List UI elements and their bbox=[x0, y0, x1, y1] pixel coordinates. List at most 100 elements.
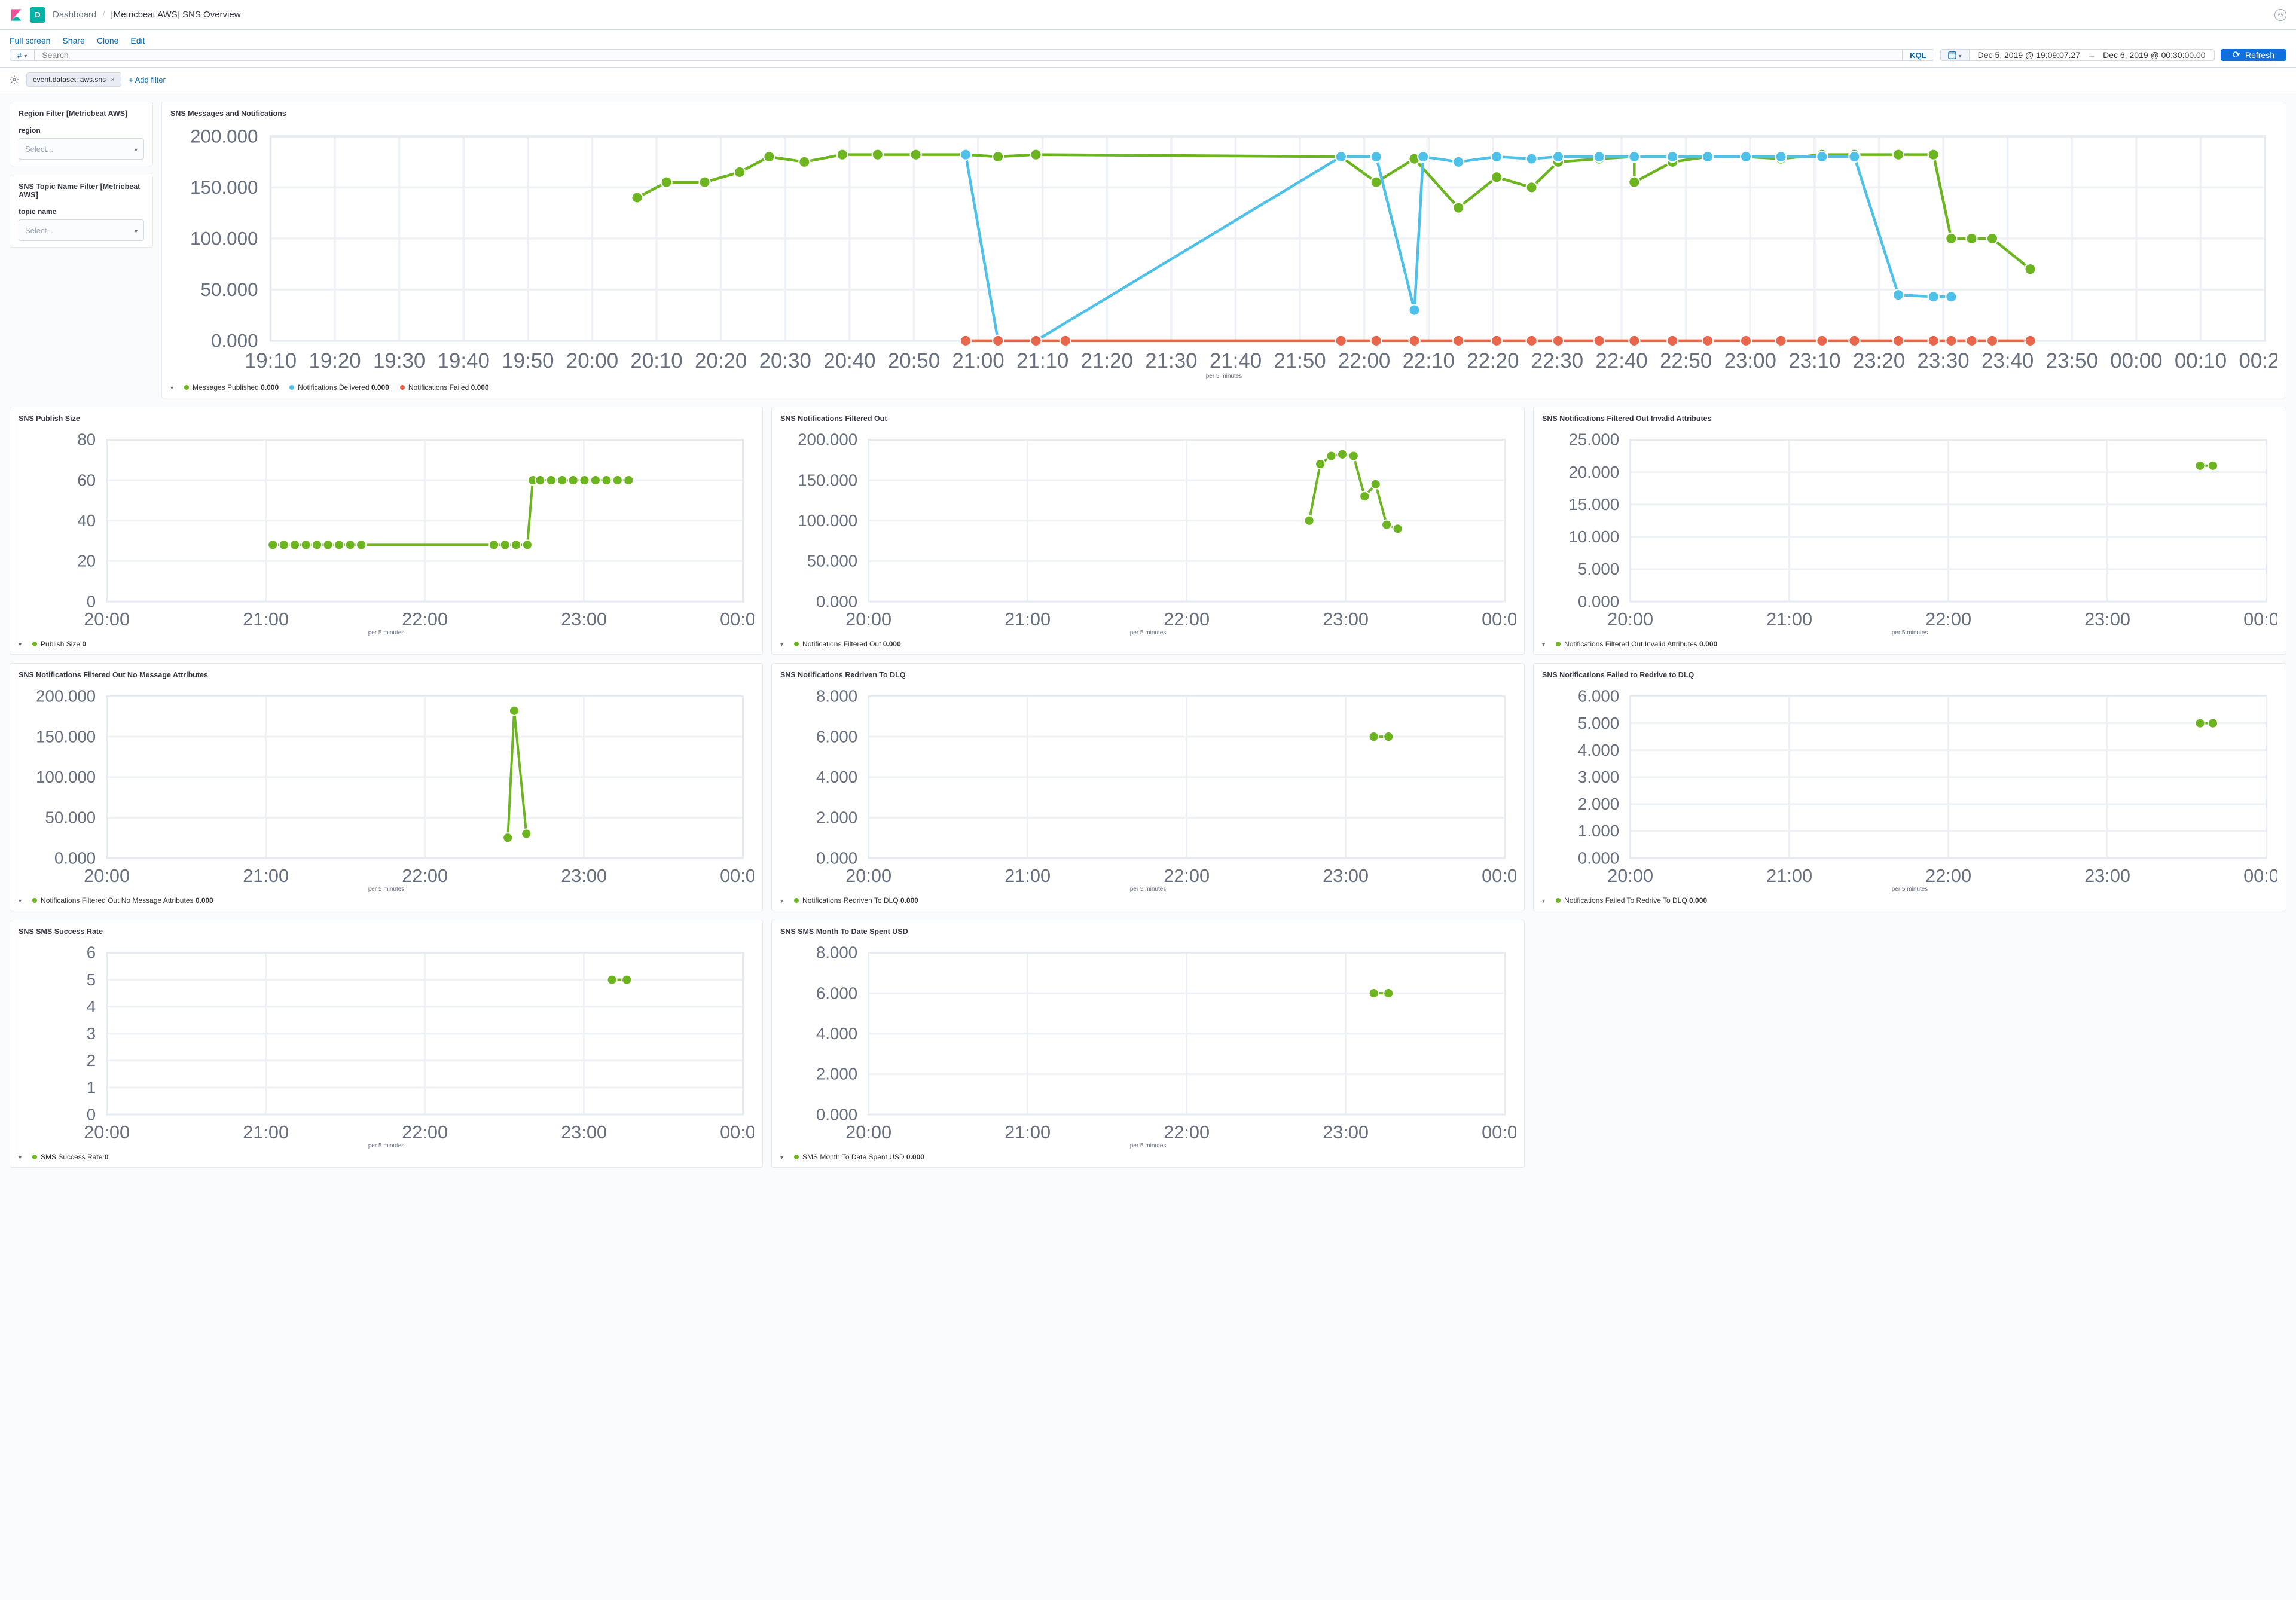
publish-size-chart[interactable]: 02040608020:0021:0022:0023:0000:00 bbox=[19, 429, 754, 631]
svg-text:21:00: 21:00 bbox=[1766, 609, 1812, 630]
edit-link[interactable]: Edit bbox=[130, 36, 145, 45]
svg-text:4.000: 4.000 bbox=[816, 768, 857, 786]
panel-title: SNS Notifications Filtered Out No Messag… bbox=[19, 671, 754, 679]
svg-text:23:30: 23:30 bbox=[1917, 349, 1969, 372]
sms-spent-chart[interactable]: 0.0002.0004.0006.0008.00020:0021:0022:00… bbox=[780, 942, 1516, 1144]
legend-toggle[interactable] bbox=[1542, 896, 1545, 905]
svg-text:2: 2 bbox=[87, 1051, 96, 1070]
filter-toggle[interactable]: # bbox=[10, 50, 35, 60]
svg-text:23:00: 23:00 bbox=[2084, 865, 2130, 886]
svg-text:21:00: 21:00 bbox=[243, 865, 289, 886]
svg-text:0.000: 0.000 bbox=[211, 330, 258, 351]
app-icon[interactable]: D bbox=[30, 7, 45, 23]
legend-toggle[interactable] bbox=[19, 640, 22, 648]
svg-text:20:00: 20:00 bbox=[845, 1122, 891, 1143]
region-label: region bbox=[19, 126, 144, 135]
share-link[interactable]: Share bbox=[62, 36, 84, 45]
svg-text:22:00: 22:00 bbox=[402, 1122, 448, 1143]
filtered-out-chart[interactable]: 0.00050.000100.000150.000200.00020:0021:… bbox=[780, 429, 1516, 631]
legend-toggle[interactable] bbox=[19, 896, 22, 905]
date-to: Dec 6, 2019 @ 00:30:00.00 bbox=[2103, 50, 2205, 60]
filter-pill[interactable]: event.dataset: aws.sns × bbox=[26, 72, 121, 87]
svg-text:8.000: 8.000 bbox=[816, 943, 857, 962]
svg-text:21:40: 21:40 bbox=[1210, 349, 1262, 372]
svg-text:0.000: 0.000 bbox=[816, 1105, 857, 1123]
legend-toggle[interactable] bbox=[780, 1153, 783, 1161]
kibana-logo-icon[interactable] bbox=[10, 8, 23, 22]
invalid-attr-chart[interactable]: 0.0005.00010.00015.00020.00025.00020:002… bbox=[1542, 429, 2277, 631]
region-select[interactable]: Select... bbox=[19, 138, 144, 160]
arrow-right-icon: → bbox=[2087, 50, 2096, 60]
clone-link[interactable]: Clone bbox=[97, 36, 119, 45]
panel-title: SNS Publish Size bbox=[19, 414, 754, 423]
svg-text:22:00: 22:00 bbox=[1925, 609, 1971, 630]
topic-select[interactable]: Select... bbox=[19, 219, 144, 241]
legend-item[interactable]: Notifications Filtered Out Invalid Attri… bbox=[1556, 640, 1717, 648]
svg-text:21:20: 21:20 bbox=[1081, 349, 1133, 372]
legend-item[interactable]: SMS Success Rate 0 bbox=[32, 1153, 108, 1161]
svg-text:0: 0 bbox=[87, 592, 96, 610]
svg-text:20:10: 20:10 bbox=[630, 349, 682, 372]
legend: Notifications Failed To Redrive To DLQ 0… bbox=[1542, 896, 2277, 905]
svg-text:150.000: 150.000 bbox=[798, 471, 857, 489]
legend-dot-icon bbox=[400, 385, 405, 390]
svg-text:4.000: 4.000 bbox=[816, 1024, 857, 1043]
legend-toggle[interactable] bbox=[780, 640, 783, 648]
legend-label: Notifications Filtered Out Invalid Attri… bbox=[1564, 640, 1717, 648]
legend: Messages Published 0.000 Notifications De… bbox=[170, 383, 2277, 392]
legend: SMS Success Rate 0 bbox=[19, 1153, 754, 1161]
legend-item[interactable]: Publish Size 0 bbox=[32, 640, 86, 648]
legend-item[interactable]: Notifications Redriven To DLQ 0.000 bbox=[794, 896, 918, 905]
fullscreen-link[interactable]: Full screen bbox=[10, 36, 50, 45]
svg-text:20:20: 20:20 bbox=[695, 349, 747, 372]
svg-text:20.000: 20.000 bbox=[1569, 462, 1620, 481]
close-icon[interactable]: × bbox=[111, 75, 115, 84]
legend-item[interactable]: Notifications Failed To Redrive To DLQ 0… bbox=[1556, 896, 1707, 905]
svg-text:2.000: 2.000 bbox=[816, 808, 857, 827]
svg-text:23:00: 23:00 bbox=[561, 865, 607, 886]
redriven-chart[interactable]: 0.0002.0004.0006.0008.00020:0021:0022:00… bbox=[780, 685, 1516, 887]
legend-toggle[interactable] bbox=[1542, 640, 1545, 648]
svg-text:23:40: 23:40 bbox=[1981, 349, 2034, 372]
kql-toggle[interactable]: KQL bbox=[1902, 50, 1933, 60]
legend-item[interactable]: Notifications Delivered 0.000 bbox=[289, 383, 389, 392]
svg-text:22:00: 22:00 bbox=[1164, 1122, 1210, 1143]
search-input[interactable] bbox=[35, 50, 1902, 60]
legend-item[interactable]: Notifications Failed 0.000 bbox=[400, 383, 489, 392]
failed-redrive-chart[interactable]: 0.0001.0002.0003.0004.0005.0006.00020:00… bbox=[1542, 685, 2277, 887]
messages-chart[interactable]: 0.00050.000100.000150.000200.00019:1019:… bbox=[170, 124, 2277, 374]
sms-success-chart[interactable]: 012345620:0021:0022:0023:0000:00 bbox=[19, 942, 754, 1144]
svg-text:20:00: 20:00 bbox=[1607, 609, 1653, 630]
svg-text:6: 6 bbox=[87, 943, 96, 962]
svg-text:20:00: 20:00 bbox=[1607, 865, 1653, 886]
svg-text:200.000: 200.000 bbox=[190, 126, 258, 146]
svg-text:50.000: 50.000 bbox=[45, 808, 96, 827]
svg-text:50.000: 50.000 bbox=[201, 279, 258, 300]
gear-icon[interactable] bbox=[10, 75, 19, 84]
sms-spent-panel: SNS SMS Month To Date Spent USD 0.0002.0… bbox=[771, 920, 1525, 1168]
refresh-button[interactable]: Refresh bbox=[2221, 49, 2286, 61]
legend-label: SMS Success Rate 0 bbox=[41, 1153, 108, 1161]
date-range[interactable]: Dec 5, 2019 @ 19:09:07.27 → Dec 6, 2019 … bbox=[1970, 50, 2214, 60]
chevron-down-icon bbox=[135, 145, 138, 154]
legend-item[interactable]: SMS Month To Date Spent USD 0.000 bbox=[794, 1153, 924, 1161]
legend-toggle[interactable] bbox=[19, 1153, 22, 1161]
no-msg-attr-chart[interactable]: 0.00050.000100.000150.000200.00020:0021:… bbox=[19, 685, 754, 887]
legend-toggle[interactable] bbox=[170, 383, 173, 392]
legend-dot-icon bbox=[1556, 898, 1561, 903]
legend-item[interactable]: Notifications Filtered Out No Message At… bbox=[32, 896, 213, 905]
svg-text:4: 4 bbox=[87, 997, 96, 1016]
legend-toggle[interactable] bbox=[780, 896, 783, 905]
svg-text:21:00: 21:00 bbox=[243, 609, 289, 630]
legend-item[interactable]: Messages Published 0.000 bbox=[184, 383, 279, 392]
calendar-icon[interactable] bbox=[1941, 50, 1970, 60]
svg-text:50.000: 50.000 bbox=[807, 551, 858, 570]
svg-text:0.000: 0.000 bbox=[816, 592, 857, 610]
add-filter-link[interactable]: + Add filter bbox=[129, 75, 166, 84]
svg-text:100.000: 100.000 bbox=[190, 228, 258, 249]
breadcrumb-root[interactable]: Dashboard bbox=[53, 10, 96, 20]
svg-text:21:30: 21:30 bbox=[1145, 349, 1197, 372]
feedback-icon[interactable]: ☺ bbox=[2274, 9, 2286, 21]
legend-item[interactable]: Notifications Filtered Out 0.000 bbox=[794, 640, 901, 648]
svg-text:100.000: 100.000 bbox=[798, 511, 857, 530]
